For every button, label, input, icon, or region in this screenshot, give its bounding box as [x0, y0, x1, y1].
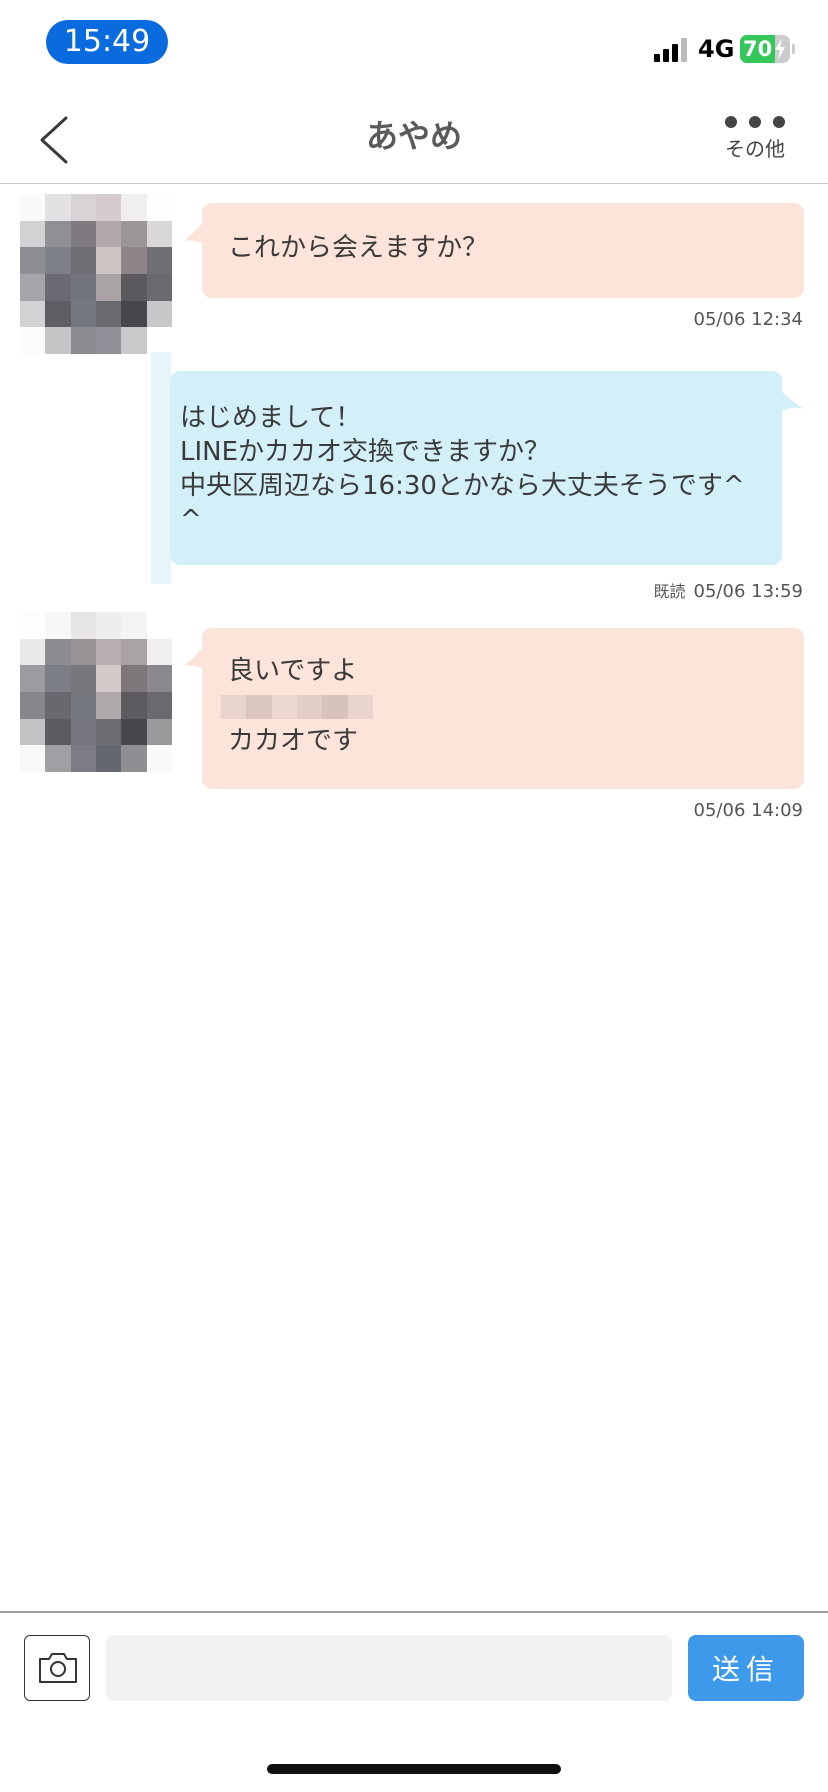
message-text: これから会えますか？ [228, 231, 488, 265]
chat-screen: 15:49 4G 70 あやめ その他 これから会えますか？ 05/06 12:… [0, 0, 828, 1792]
network-label: 4G [698, 35, 735, 63]
message-line: ^ [180, 505, 202, 535]
avatar[interactable] [20, 612, 172, 772]
battery-indicator: 70 [740, 35, 790, 63]
avatar[interactable] [20, 194, 172, 354]
message-line: LINEかカカオ交換できますか？ [180, 437, 551, 467]
more-button[interactable]: その他 [712, 114, 798, 174]
signal-icon [654, 38, 690, 62]
message-line: はじめまして！ [180, 403, 362, 433]
timestamp: 05/06 13:59 [693, 581, 803, 602]
page-title: あやめ [365, 117, 462, 155]
redacted-id [221, 695, 373, 719]
bubble-tail [778, 387, 804, 413]
message-line: これから会えますか？ [228, 233, 489, 263]
message-line: 中央区周辺なら16:30とかなら大丈夫そうです^ [180, 471, 745, 501]
bubble-shadow [151, 352, 171, 584]
message-bubble-outgoing[interactable]: はじめまして！ LINEかカカオ交換できますか？ 中央区周辺なら16:30とかな… [170, 371, 804, 565]
home-indicator[interactable] [267, 1764, 561, 1774]
charging-icon [775, 38, 785, 60]
message-timestamp: 既読 05/06 13:59 [654, 580, 803, 604]
read-status: 既読 [653, 582, 686, 601]
chat-header: あやめ その他 [0, 98, 828, 184]
message-input[interactable] [106, 1635, 672, 1701]
bubble-tail [184, 219, 206, 245]
battery-cap [792, 44, 795, 54]
message-text: はじめまして！ LINEかカカオ交換できますか？ 中央区周辺なら16:30とかな… [180, 401, 745, 537]
message-bubble-incoming[interactable]: 良いですよ カカオです [184, 628, 804, 789]
status-time: 15:49 [46, 20, 168, 64]
message-line: 良いですよ [228, 656, 358, 686]
message-text: カカオです [228, 724, 358, 758]
timestamp: 05/06 12:34 [693, 309, 803, 330]
camera-icon [39, 1653, 77, 1683]
message-bubble-incoming[interactable]: これから会えますか？ [184, 203, 804, 298]
message-timestamp: 05/06 14:09 [694, 799, 803, 823]
more-label: その他 [725, 137, 785, 161]
more-icon [712, 116, 798, 128]
send-button[interactable]: 送信 [688, 1635, 804, 1701]
camera-button[interactable] [24, 1635, 90, 1701]
message-line: カカオです [228, 726, 359, 756]
message-text: 良いですよ [228, 654, 357, 688]
timestamp: 05/06 14:09 [693, 800, 803, 821]
bubble-tail [184, 644, 206, 670]
message-timestamp: 05/06 12:34 [694, 308, 803, 332]
